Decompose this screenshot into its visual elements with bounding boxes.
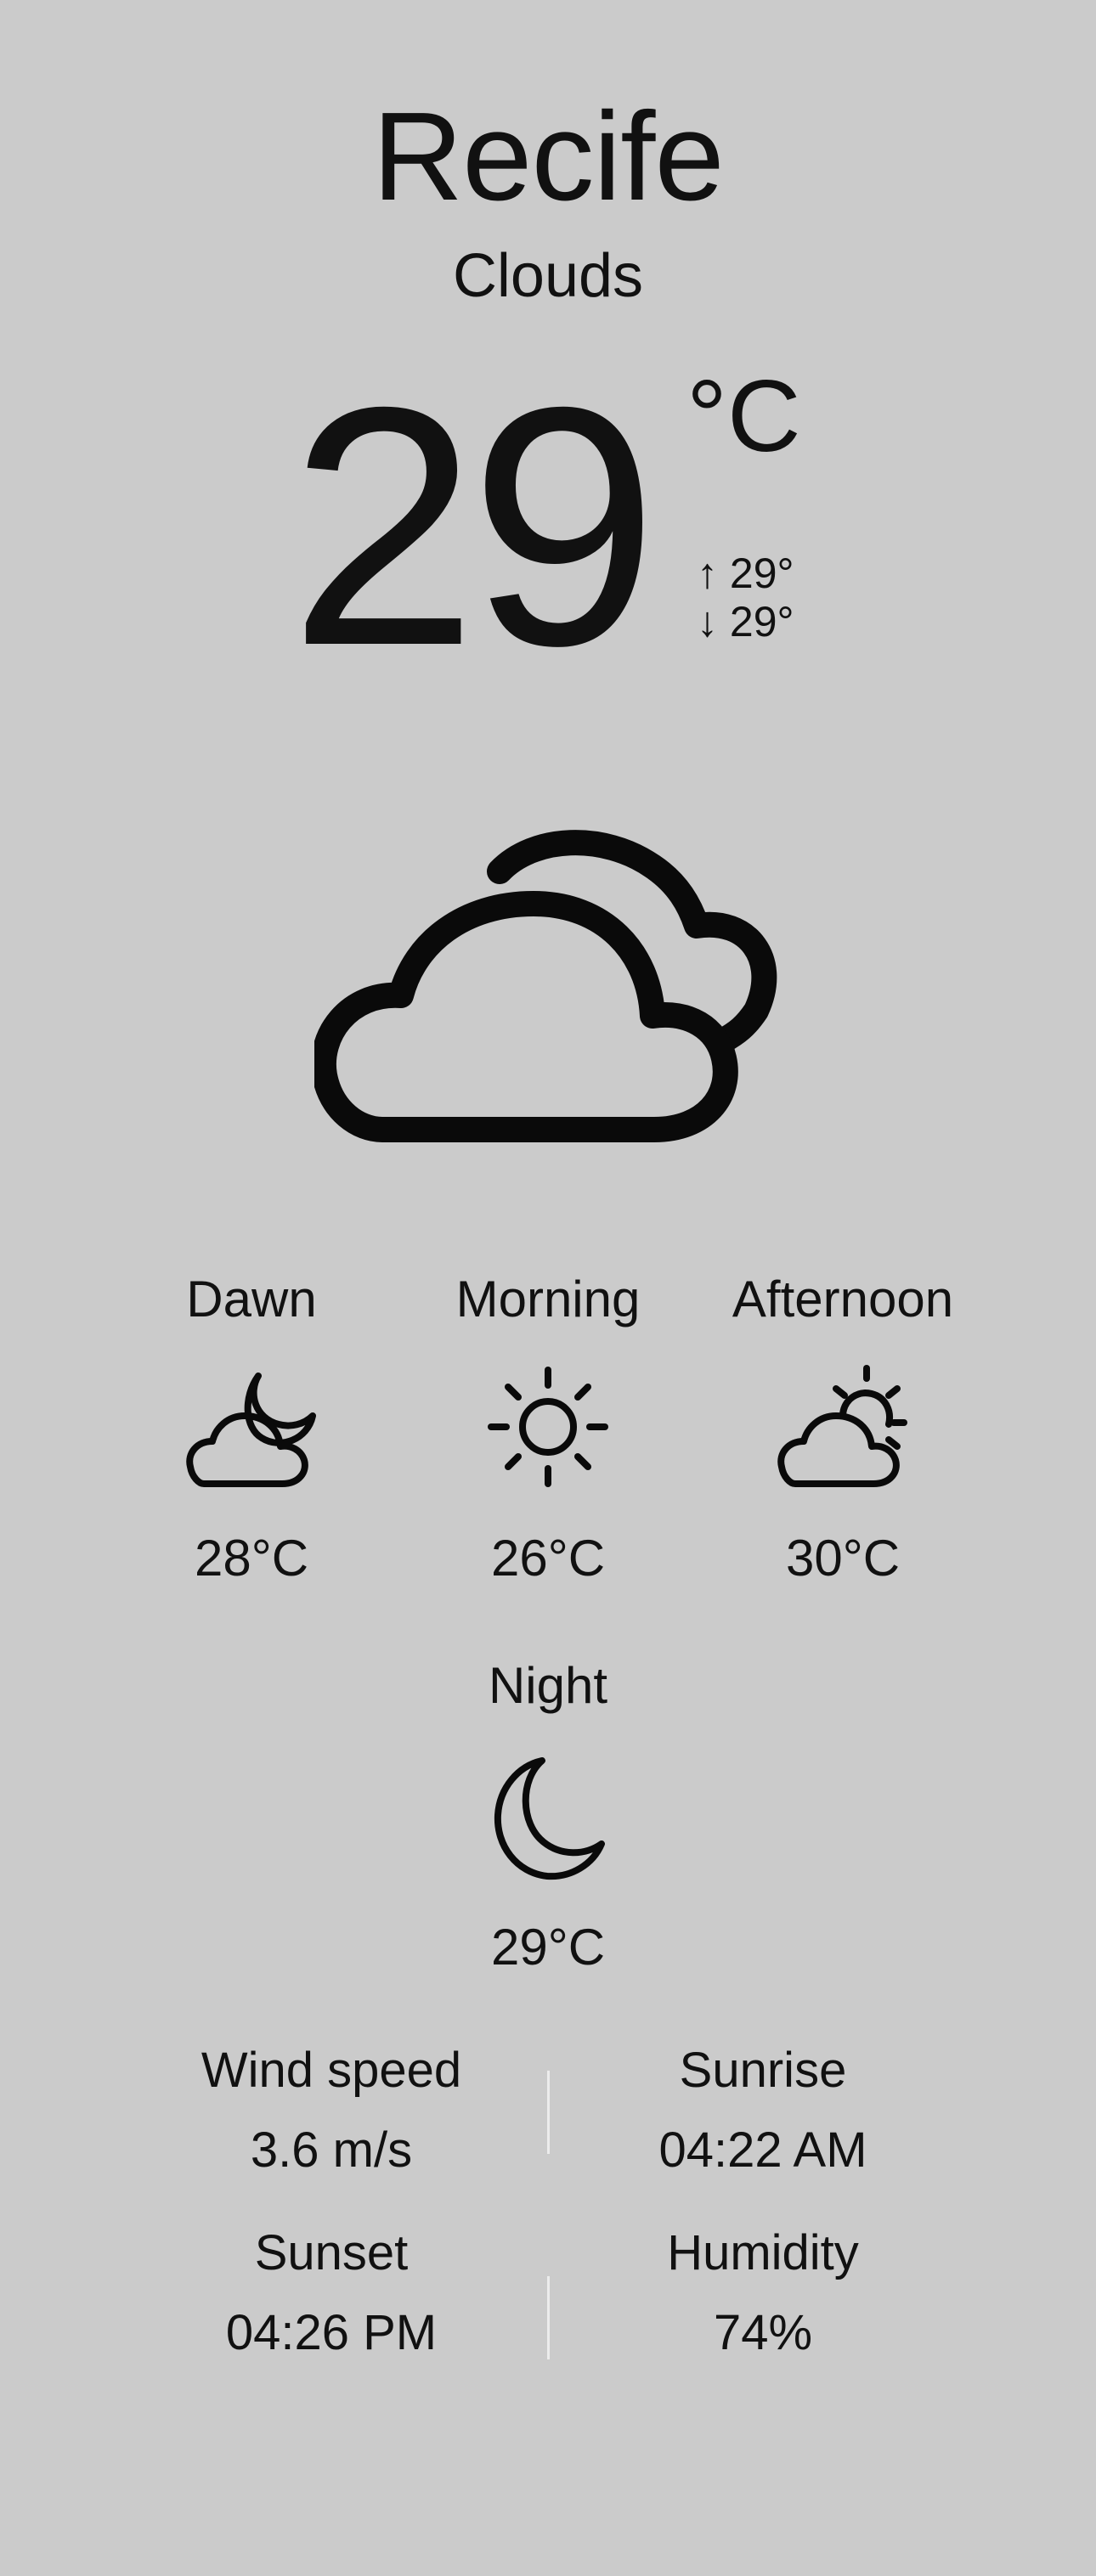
sunrise-value: 04:22 AM xyxy=(658,2122,867,2178)
cloud-sun-icon xyxy=(777,1365,907,1487)
wind-speed-label: Wind speed xyxy=(201,2043,462,2098)
wind-speed-value: 3.6 m/s xyxy=(250,2122,413,2178)
period-label: Night xyxy=(488,1657,608,1714)
moon-icon xyxy=(494,1757,605,1880)
period-label: Morning xyxy=(455,1271,641,1327)
period-label: Dawn xyxy=(186,1271,317,1327)
period-night: Night xyxy=(395,1656,701,1716)
period-dawn-temp: 28°C xyxy=(99,1529,404,1588)
period-morning-temp: 26°C xyxy=(395,1529,701,1588)
period-label: Afternoon xyxy=(732,1271,954,1327)
sunrise-label: Sunrise xyxy=(679,2043,847,2098)
period-night-temp: 29°C xyxy=(395,1918,701,1977)
period-dawn: Dawn xyxy=(99,1270,404,1329)
period-afternoon: Afternoon xyxy=(690,1270,996,1329)
temperature-unit: °C xyxy=(686,359,801,473)
temperature-high: ↑ 29° xyxy=(697,550,794,597)
period-temp: 26°C xyxy=(490,1530,606,1587)
humidity-value: 74% xyxy=(713,2305,813,2360)
weather-condition: Clouds xyxy=(452,242,644,310)
period-temp: 30°C xyxy=(785,1530,901,1587)
period-temp: 29°C xyxy=(490,1919,606,1976)
city-name: Recife xyxy=(372,87,725,227)
current-temperature: 29 xyxy=(289,336,658,716)
period-afternoon-temp: 30°C xyxy=(690,1529,996,1588)
sunset-label: Sunset xyxy=(254,2225,409,2280)
clouds-icon xyxy=(314,830,777,1142)
details-divider xyxy=(547,2276,550,2359)
period-temp: 28°C xyxy=(194,1530,309,1587)
details-divider xyxy=(547,2071,550,2154)
period-morning: Morning xyxy=(395,1270,701,1329)
sun-icon xyxy=(488,1367,608,1487)
temperature-low: ↓ 29° xyxy=(697,598,794,645)
cloud-moon-icon xyxy=(186,1373,316,1487)
sunset-value: 04:26 PM xyxy=(225,2305,438,2360)
humidity-label: Humidity xyxy=(667,2225,859,2280)
